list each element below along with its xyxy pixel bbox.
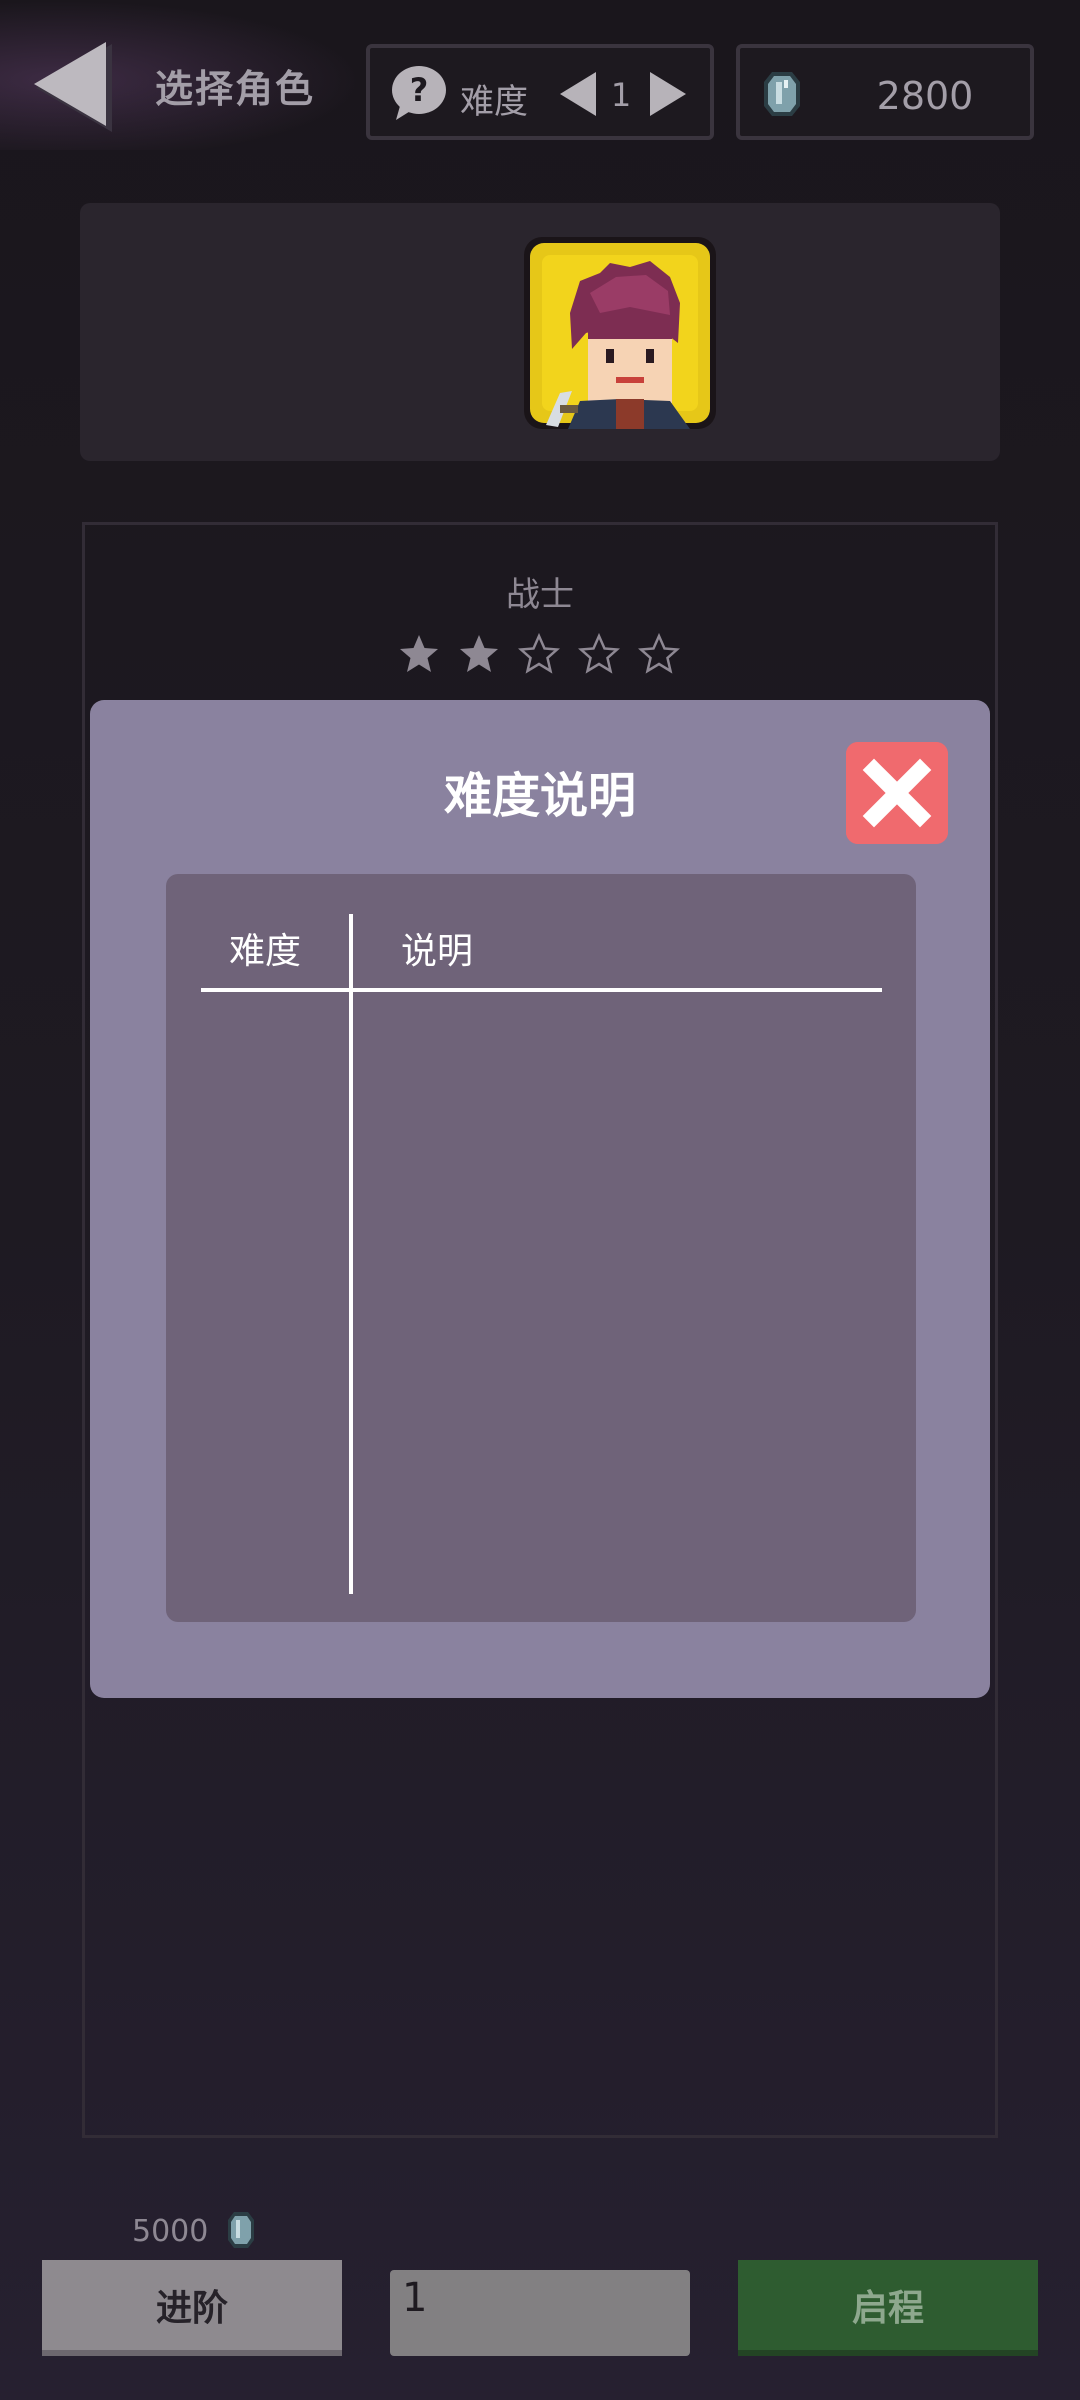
gem-counter: 2800 xyxy=(736,44,1034,140)
advance-cost: 5000 xyxy=(132,2214,209,2249)
character-select-screen: 选择角色 ? 难度 1 2800 战士 难度说明 难度 说明 5000 进阶 1… xyxy=(0,0,1080,2400)
difficulty-decrease-button[interactable] xyxy=(556,68,600,120)
star-filled-icon xyxy=(400,635,438,672)
star-empty-icon xyxy=(578,633,620,674)
start-button[interactable]: 启程 xyxy=(738,2260,1038,2356)
difficulty-label: 难度 xyxy=(460,82,528,122)
column-header-description: 说明 xyxy=(401,931,474,972)
difficulty-selector: ? 难度 1 xyxy=(366,44,714,140)
table-header-divider xyxy=(201,988,882,992)
portrait-panel xyxy=(80,203,1000,461)
difficulty-value: 1 xyxy=(610,76,632,114)
advance-button[interactable]: 进阶 xyxy=(42,2260,342,2356)
star-empty-icon xyxy=(638,633,680,674)
column-header-difficulty: 难度 xyxy=(229,931,302,972)
character-name: 战士 xyxy=(506,575,574,615)
gem-icon xyxy=(764,72,800,116)
help-icon[interactable]: ? xyxy=(390,64,448,122)
warrior-portrait-icon[interactable] xyxy=(520,233,720,433)
level-input[interactable] xyxy=(390,2270,690,2356)
difficulty-table: 难度 说明 xyxy=(166,874,916,1622)
star-filled-icon xyxy=(460,635,498,672)
difficulty-increase-button[interactable] xyxy=(646,68,690,120)
back-arrow-icon xyxy=(34,42,112,132)
star-rating xyxy=(398,633,680,675)
close-button[interactable] xyxy=(846,742,948,844)
page-title: 选择角色 xyxy=(155,67,316,111)
gem-icon xyxy=(228,2212,254,2248)
gem-count: 2800 xyxy=(876,74,974,118)
difficulty-info-modal: 难度 说明 难度 说明 xyxy=(90,700,990,1698)
back-button[interactable] xyxy=(30,38,130,138)
svg-text:?: ? xyxy=(410,71,429,109)
table-column-divider xyxy=(349,914,353,1594)
close-icon xyxy=(846,742,948,844)
star-empty-icon xyxy=(518,633,560,674)
